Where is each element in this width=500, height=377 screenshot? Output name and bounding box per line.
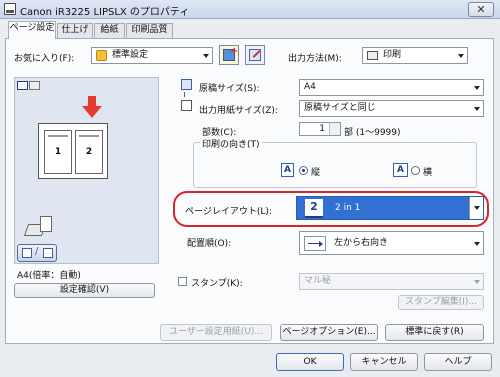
preview-info: A4(倍率：自動) [17, 271, 81, 281]
landscape-radio[interactable] [411, 166, 420, 175]
favorites-select[interactable]: 標準設定 [91, 47, 213, 64]
paper-stack-icon [23, 216, 54, 240]
preview-sheet: 1 2 [38, 123, 108, 179]
confirm-settings-button[interactable]: 設定確認(V) [14, 283, 155, 298]
spin-arrows-icon[interactable] [329, 123, 340, 135]
chevron-down-icon[interactable] [469, 197, 483, 219]
original-size-icon [181, 79, 192, 90]
original-size-select[interactable]: A4 [299, 79, 484, 96]
printer-view-icon[interactable] [29, 81, 40, 90]
portrait-icon: A [281, 163, 294, 177]
stamp-select[interactable]: マル秘 [299, 273, 484, 290]
window-title: Canon iR3225 LIPSLX のプロパティ [20, 7, 190, 18]
page-options-button[interactable]: ページオプション(E)... [280, 324, 378, 341]
tab-finishing[interactable]: 仕上げ [57, 23, 93, 38]
orientation-group-label: 印刷の向き(T) [200, 137, 262, 150]
page-layout-value: 2 in 1 [335, 203, 361, 213]
output-paper-size-label: 出力用紙サイズ(Z): [199, 106, 278, 116]
chevron-down-icon [474, 107, 480, 111]
chevron-down-icon [474, 280, 480, 284]
chevron-down-icon [458, 54, 464, 58]
original-size-label: 原稿サイズ(S): [199, 84, 260, 94]
output-paper-size-select[interactable]: 原稿サイズと同じ [299, 100, 484, 117]
left-to-right-icon [304, 236, 326, 251]
link-arrow-icon [184, 92, 188, 97]
page-order-value: 左から右向き [334, 238, 389, 248]
chevron-down-icon [474, 242, 480, 246]
portrait-label: 縦 [311, 168, 321, 178]
stamp-checkbox[interactable] [178, 277, 187, 286]
tab-paper-source[interactable]: 給紙 [94, 23, 125, 38]
tab-print-quality[interactable]: 印刷品質 [126, 23, 173, 38]
user-paper-button[interactable]: ユーザー設定用紙(U)... [160, 324, 272, 341]
favorite-icon [96, 50, 107, 61]
page-order-select[interactable]: 左から右向き [299, 231, 484, 255]
copies-value: 1 [319, 124, 325, 134]
tab-page-setup[interactable]: ページ設定 [8, 21, 56, 39]
stamp-edit-button[interactable]: スタンプ編集(I)... [398, 295, 484, 310]
chevron-down-icon [474, 86, 480, 90]
output-method-label: 出力方法(M): [288, 54, 342, 64]
print-icon [367, 51, 378, 60]
preview-page-1: 1 [44, 130, 72, 174]
favorites-value: 標準設定 [112, 50, 149, 60]
restore-defaults-button[interactable]: 標準に戻す(R) [385, 324, 484, 341]
output-paper-icon [181, 100, 192, 111]
page-layout-select[interactable]: 2 2 in 1 [296, 196, 484, 220]
edit-favorite-icon[interactable] [245, 45, 265, 65]
two-in-one-icon: 2 [305, 199, 323, 218]
landscape-label: 横 [423, 168, 433, 178]
output-method-select[interactable]: 印刷 [362, 47, 468, 64]
portrait-radio[interactable] [299, 166, 308, 175]
rotate-preview-button[interactable]: / [17, 244, 57, 262]
ok-button[interactable]: OK [276, 353, 344, 371]
close-button[interactable]: ✕ [468, 2, 494, 17]
add-favorite-icon[interactable]: + [219, 45, 239, 65]
arrow-down-icon [82, 96, 102, 118]
output-paper-size-value: 原稿サイズと同じ [304, 103, 376, 113]
stamp-label: スタンプ(K): [191, 279, 243, 289]
favorites-label: お気に入り(F): [14, 54, 75, 64]
help-button[interactable]: ヘルプ [424, 353, 492, 371]
output-method-value: 印刷 [383, 50, 402, 60]
landscape-icon: A [393, 163, 408, 177]
stamp-value: マル秘 [304, 276, 332, 286]
printer-icon [4, 3, 16, 15]
preview-view-icon[interactable] [17, 81, 28, 90]
page-order-label: 配置順(O): [187, 239, 232, 249]
original-size-value: A4 [304, 82, 316, 92]
preview-page-2: 2 [75, 130, 103, 174]
orientation-group: 印刷の向き(T) [193, 137, 477, 188]
copies-stepper[interactable]: 1 [299, 122, 341, 136]
copies-range: 部 (1～9999) [344, 128, 401, 138]
cancel-button[interactable]: キャンセル [350, 353, 418, 371]
chevron-down-icon [203, 54, 209, 58]
page-layout-label: ページレイアウト(L): [185, 207, 272, 217]
